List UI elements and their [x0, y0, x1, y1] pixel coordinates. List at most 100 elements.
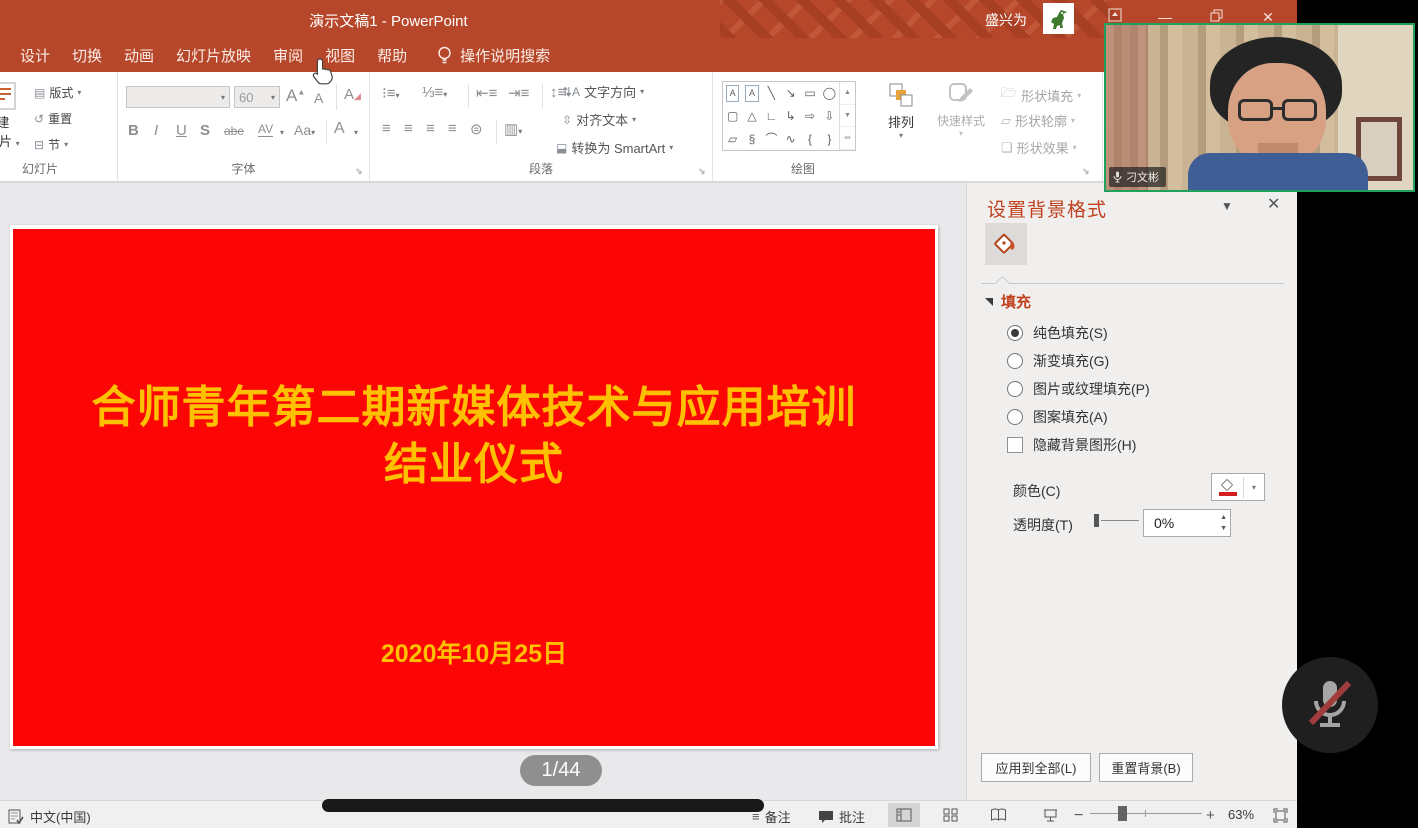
shape-curve-icon[interactable]: ∿ — [781, 127, 800, 150]
clear-formatting-button[interactable]: A◢ — [344, 86, 361, 103]
shapes-scroll-up-icon[interactable]: ▲ — [840, 82, 855, 105]
color-picker-button[interactable]: ▾ — [1211, 473, 1265, 501]
italic-button[interactable]: I — [154, 122, 158, 139]
shape-freeform-icon[interactable]: ▱ — [723, 127, 742, 150]
distribute-button[interactable]: ⊜ — [470, 120, 483, 138]
font-color-button[interactable]: A — [334, 120, 345, 138]
align-center-button[interactable]: ≡ — [404, 120, 413, 137]
hide-background-option[interactable]: 隐藏背景图形(H) — [1007, 435, 1136, 455]
underline-button[interactable]: U — [176, 122, 187, 139]
layout-button[interactable]: ▤ 版式▾ — [34, 84, 81, 101]
spellcheck-status[interactable]: 中文(中国) — [8, 807, 91, 826]
radio-icon[interactable] — [1007, 381, 1023, 397]
shape-vertical-textbox-icon[interactable]: A — [745, 85, 758, 102]
align-left-button[interactable]: ≡ — [382, 120, 391, 137]
shape-fill-button[interactable]: 🗁 形状填充▾ — [1001, 84, 1081, 106]
shape-elbow-arrow-icon[interactable]: ↳ — [781, 105, 800, 128]
character-spacing-button[interactable]: AV — [258, 122, 273, 137]
shape-oval-icon[interactable]: ◯ — [820, 82, 839, 105]
gradient-fill-option[interactable]: 渐变填充(G) — [1007, 351, 1109, 371]
slide-date[interactable]: 2020年10月25日 — [13, 634, 935, 670]
shape-left-brace-icon[interactable]: { — [800, 127, 819, 150]
character-spacing-caret[interactable]: ▾ — [280, 128, 284, 137]
shape-rounded-rectangle-icon[interactable]: ▢ — [723, 105, 742, 128]
shape-line-icon[interactable]: ╲ — [762, 82, 781, 105]
text-direction-button[interactable]: ⇅A 文字方向▾ — [562, 82, 644, 101]
picture-fill-option[interactable]: 图片或纹理填充(P) — [1007, 379, 1150, 399]
shape-rectangle-icon[interactable]: ▭ — [800, 82, 819, 105]
transparency-slider-thumb[interactable] — [1094, 514, 1099, 527]
shape-arrow-line-icon[interactable]: ↘ — [781, 82, 800, 105]
font-name-combo[interactable]: ▾ — [126, 86, 230, 108]
quick-styles-button[interactable]: 快速样式 ▾ — [931, 82, 991, 138]
drawing-dialog-launcher[interactable]: ⇘ — [1082, 166, 1092, 176]
new-slide-button[interactable]: 建 灯片 ▾ — [0, 80, 20, 150]
shapes-gallery-scrollbar[interactable]: ▲ ▼ ⏛ — [839, 82, 855, 150]
convert-smartart-button[interactable]: ⬓ 转换为 SmartArt▾ — [556, 138, 673, 157]
font-color-caret[interactable]: ▾ — [354, 128, 358, 137]
checkbox-icon[interactable] — [1007, 437, 1023, 453]
bold-button[interactable]: B — [128, 122, 139, 139]
tab-help[interactable]: 帮助 — [377, 45, 407, 66]
justify-button[interactable]: ≡ — [448, 120, 457, 137]
color-caret-icon[interactable]: ▾ — [1252, 483, 1256, 492]
slide-background[interactable]: 合师青年第二期新媒体技术与应用培训 结业仪式 2020年10月25日 — [13, 229, 935, 746]
shape-down-arrow-icon[interactable]: ⇩ — [820, 105, 839, 128]
transparency-slider-track[interactable] — [1101, 520, 1139, 521]
font-dialog-launcher[interactable]: ⇘ — [355, 166, 365, 176]
zoom-slider-track[interactable] — [1090, 813, 1202, 814]
shape-elbow-icon[interactable]: ∟ — [762, 105, 781, 128]
change-case-button[interactable]: Aa▾ — [294, 122, 315, 138]
numbering-button[interactable]: ⅓≡▾ — [422, 84, 447, 101]
shape-arc-icon[interactable]: ⌒ — [762, 127, 781, 150]
fit-to-window-button[interactable] — [1264, 803, 1296, 827]
shape-scribble-icon[interactable]: § — [742, 127, 761, 150]
horizontal-scrollbar[interactable] — [322, 799, 764, 812]
section-button[interactable]: ⊟ 节▾ — [34, 136, 68, 153]
tab-design[interactable]: 设计 — [20, 45, 50, 66]
radio-selected-icon[interactable] — [1007, 325, 1023, 341]
mic-muted-button[interactable] — [1282, 657, 1378, 753]
apply-to-all-button[interactable]: 应用到全部(L) — [981, 753, 1091, 782]
zoom-level[interactable]: 63% — [1228, 807, 1254, 822]
normal-view-button[interactable] — [888, 803, 920, 827]
shapes-more-icon[interactable]: ⏛ — [840, 127, 855, 150]
radio-icon[interactable] — [1007, 353, 1023, 369]
shrink-font-button[interactable]: A — [314, 90, 323, 106]
reset-background-button[interactable]: 重置背景(B) — [1099, 753, 1193, 782]
solid-fill-option[interactable]: 纯色填充(S) — [1007, 323, 1108, 343]
strikethrough-button[interactable]: abe — [224, 124, 244, 138]
tab-slideshow[interactable]: 幻灯片放映 — [176, 45, 251, 66]
slide-title[interactable]: 合师青年第二期新媒体技术与应用培训 结业仪式 — [13, 379, 935, 493]
avatar[interactable] — [1043, 3, 1074, 34]
decrease-indent-button[interactable]: ⇤≡ — [476, 84, 497, 102]
increase-indent-button[interactable]: ⇥≡ — [508, 84, 529, 102]
slide-sorter-view-button[interactable] — [934, 803, 966, 827]
shapes-gallery[interactable]: A A ╲ ↘ ▭ ◯ ▢ △ ∟ ↳ ⇨ ⇩ ▱ § ⌒ — [722, 81, 856, 151]
reading-view-button[interactable] — [982, 803, 1014, 827]
paragraph-dialog-launcher[interactable]: ⇘ — [698, 166, 708, 176]
shapes-scroll-down-icon[interactable]: ▼ — [840, 105, 855, 128]
pane-close-icon[interactable]: ✕ — [1267, 194, 1280, 214]
zoom-slider-thumb[interactable] — [1118, 806, 1127, 821]
grow-font-button[interactable]: A▲ — [286, 86, 305, 106]
slide-canvas[interactable]: 合师青年第二期新媒体技术与应用培训 结业仪式 2020年10月25日 — [10, 225, 938, 749]
comments-button[interactable]: 批注 — [818, 807, 865, 826]
shape-triangle-icon[interactable]: △ — [742, 105, 761, 128]
reset-button[interactable]: ↺ 重置 — [34, 110, 72, 127]
fill-section-header[interactable]: 填充 — [985, 291, 1031, 312]
account-name[interactable]: 盛兴为 — [985, 10, 1027, 30]
font-size-combo[interactable]: 60▾ — [234, 86, 280, 108]
zoom-out-button[interactable]: − — [1074, 807, 1083, 825]
shape-outline-button[interactable]: ▱ 形状轮廓▾ — [1001, 111, 1075, 130]
tab-transitions[interactable]: 切换 — [72, 45, 102, 66]
tab-animations[interactable]: 动画 — [124, 45, 154, 66]
align-right-button[interactable]: ≡ — [426, 120, 435, 137]
spinner[interactable]: ▲▼ — [1220, 512, 1227, 534]
shape-right-arrow-icon[interactable]: ⇨ — [800, 105, 819, 128]
fill-tab-button[interactable] — [985, 223, 1027, 265]
columns-button[interactable]: ▥▾ — [504, 120, 522, 138]
zoom-in-button[interactable]: + — [1206, 807, 1215, 824]
shape-textbox-icon[interactable]: A — [726, 85, 739, 102]
shape-right-brace-icon[interactable]: } — [820, 127, 839, 150]
